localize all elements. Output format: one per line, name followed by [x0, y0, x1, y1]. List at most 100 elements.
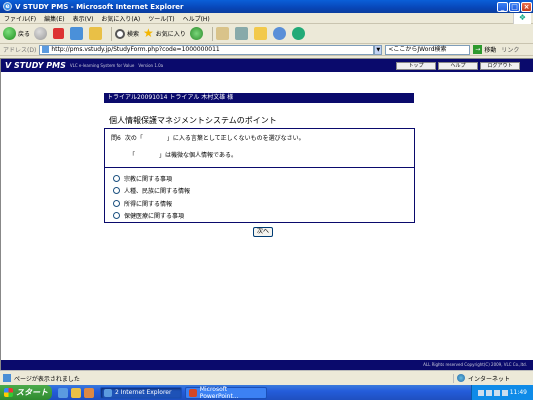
- menu-favorites[interactable]: お気に入り(A): [101, 14, 140, 23]
- globe-icon: [457, 374, 465, 382]
- answer-option[interactable]: 人種、民族に関する情報: [105, 185, 414, 198]
- mail-button[interactable]: [215, 27, 231, 40]
- question-text: 次の「 」に入る言葉として正しくないものを選びなさい。: [124, 135, 305, 142]
- jword-search-input[interactable]: <ここからJWord検索: [385, 44, 471, 55]
- app-version: Version 1.0a: [138, 63, 164, 68]
- messenger-button[interactable]: [272, 27, 288, 40]
- toolbar-separator: [111, 26, 113, 41]
- menu-help[interactable]: ヘルプ(H): [183, 14, 210, 23]
- url-input[interactable]: http://pms.vstudy.jp/StudyForm.php?code=…: [39, 44, 375, 55]
- status-bar: ページが表示されました インターネット: [0, 370, 533, 385]
- print-button[interactable]: [234, 27, 250, 40]
- address-bar: アドレス(D) http://pms.vstudy.jp/StudyForm.p…: [0, 44, 533, 56]
- stop-icon: [53, 28, 65, 39]
- print-icon: [234, 27, 248, 40]
- radio-button[interactable]: [113, 212, 120, 220]
- go-button[interactable]: → 移動: [473, 45, 496, 54]
- forward-button[interactable]: [34, 27, 49, 40]
- media-icon: [189, 27, 203, 40]
- nav-help-button[interactable]: ヘルプ: [438, 62, 478, 70]
- search-icon: [115, 28, 126, 39]
- app-footer: ALL Rights reserved Copyright(C) 2009, V…: [1, 360, 533, 370]
- question-line: 問6 次の「 」に入る言葉として正しくないものを選びなさい。: [111, 133, 408, 142]
- refresh-button[interactable]: [70, 27, 85, 40]
- nav-top-button[interactable]: トップ: [396, 62, 436, 70]
- menu-bar: ファイル(F) 編集(E) 表示(V) お気に入り(A) ツール(T) ヘルプ(…: [0, 13, 533, 24]
- favorites-label: お気に入り: [155, 31, 186, 38]
- question-sentence: 「 」は機微な個人情報である。: [129, 152, 237, 159]
- desktop-quicklaunch-icon[interactable]: [71, 387, 81, 398]
- taskbar-item-powerpoint[interactable]: Microsoft PowerPoint...: [185, 385, 267, 400]
- back-button[interactable]: 戻る: [3, 27, 30, 40]
- menu-edit[interactable]: 編集(E): [44, 14, 64, 23]
- system-tray: 11:49: [470, 385, 533, 400]
- security-zone: インターネット: [453, 373, 533, 383]
- url-text: http://pms.vstudy.jp/StudyForm.php?code=…: [51, 46, 220, 53]
- tray-icon[interactable]: [493, 389, 500, 396]
- folder-button[interactable]: [253, 27, 269, 40]
- stop-button[interactable]: [53, 28, 66, 39]
- taskbar-item-ie[interactable]: 2 Internet Explorer: [100, 386, 182, 399]
- answer-option[interactable]: 保健医療に関する事項: [105, 210, 414, 223]
- search-label: 検索: [127, 31, 140, 38]
- radio-button[interactable]: [113, 187, 120, 195]
- search-button[interactable]: 検索: [115, 28, 140, 39]
- question-number: 問6: [111, 135, 121, 142]
- media-quicklaunch-icon[interactable]: [84, 387, 94, 398]
- app-brand: V STUDY PMS: [5, 61, 66, 70]
- menu-file[interactable]: ファイル(F): [4, 14, 36, 23]
- menu-view[interactable]: 表示(V): [73, 14, 94, 23]
- answer-option[interactable]: 宗教に関する事項: [105, 172, 414, 185]
- radio-button[interactable]: [113, 174, 120, 182]
- minimize-button[interactable]: _: [497, 1, 508, 12]
- radio-button[interactable]: [113, 199, 120, 207]
- option-label: 保健医療に関する事項: [124, 213, 185, 221]
- butterfly-icon: [291, 27, 305, 40]
- volume-icon[interactable]: [501, 389, 508, 396]
- close-button[interactable]: ×: [521, 1, 532, 12]
- window-title: V STUDY PMS - Microsoft Internet Explore…: [15, 2, 184, 11]
- butterfly-button[interactable]: [291, 27, 307, 40]
- option-label: 所得に関する情報: [124, 200, 173, 208]
- zone-label: インターネット: [468, 375, 511, 383]
- answer-option[interactable]: 所得に関する情報: [105, 197, 414, 210]
- menu-tools[interactable]: ツール(T): [148, 14, 174, 23]
- answer-options: 宗教に関する事項 人種、民族に関する情報 所得に関する情報 保健医療に関する事項: [104, 167, 415, 223]
- star-icon: ★: [143, 26, 154, 40]
- windows-logo-icon: ❖: [513, 13, 531, 24]
- address-label: アドレス(D): [3, 47, 37, 54]
- trial-info-bar: トライアル20091014 トライアル 木村文雄 様: [104, 93, 414, 103]
- refresh-icon: [70, 27, 84, 40]
- go-arrow-icon: →: [473, 45, 483, 54]
- media-button[interactable]: [189, 27, 205, 40]
- question-box: 問6 次の「 」に入る言葉として正しくないものを選びなさい。 「 」は機微な個人…: [104, 128, 415, 168]
- tray-icon[interactable]: [485, 389, 492, 396]
- app-header: V STUDY PMS VLC e-learning System for Va…: [1, 59, 533, 72]
- next-button[interactable]: 次へ: [253, 227, 273, 237]
- nav-logout-button[interactable]: ログアウト: [480, 62, 520, 70]
- status-message: ページが表示されました: [14, 375, 80, 383]
- start-label: スタート: [16, 388, 48, 397]
- tray-icon[interactable]: [477, 389, 484, 396]
- maximize-button[interactable]: □: [509, 1, 520, 12]
- task-label: 2 Internet Explorer: [115, 389, 172, 396]
- forward-arrow-icon: [34, 27, 48, 40]
- links-button[interactable]: リンク: [501, 45, 519, 54]
- start-button[interactable]: スタート: [0, 385, 52, 400]
- favorites-button[interactable]: ★ お気に入り: [143, 27, 186, 40]
- page-title: 個人情報保護マネジメントシステムのポイント: [109, 116, 277, 125]
- url-dropdown-button[interactable]: ▼: [374, 44, 383, 55]
- task-label: Microsoft PowerPoint...: [199, 385, 239, 400]
- option-label: 人種、民族に関する情報: [124, 188, 191, 196]
- browser-window: e V STUDY PMS - Microsoft Internet Explo…: [0, 0, 533, 385]
- app-tagline: VLC e-learning System for Value: [69, 63, 135, 68]
- quick-launch: [58, 387, 97, 398]
- taskbar: スタート 2 Internet Explorer Microsoft Power…: [0, 385, 533, 400]
- title-bar: e V STUDY PMS - Microsoft Internet Explo…: [0, 0, 533, 13]
- ie-quicklaunch-icon[interactable]: [58, 387, 68, 398]
- browser-toolbar: 戻る 検索 ★ お気に入り: [0, 24, 533, 44]
- go-label: 移動: [484, 47, 497, 54]
- back-arrow-icon: [3, 27, 16, 40]
- home-button[interactable]: [89, 27, 104, 40]
- ie-icon: [104, 388, 112, 397]
